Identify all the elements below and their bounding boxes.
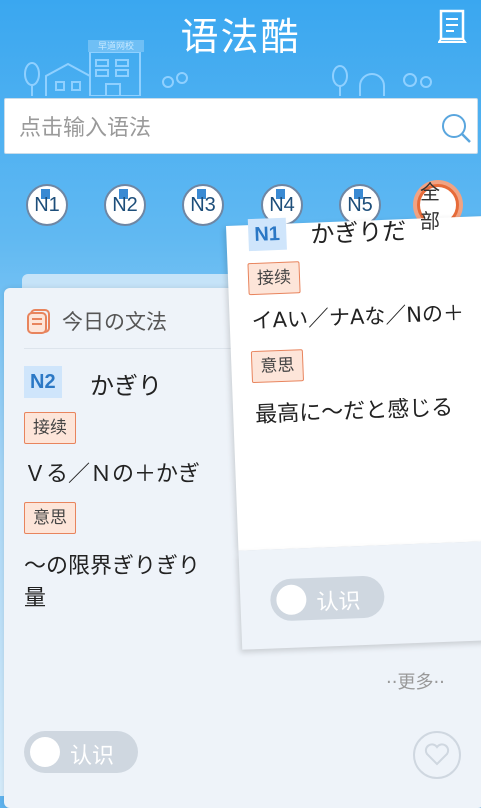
level-button-n2[interactable]: N2 bbox=[100, 180, 150, 230]
toggle-knob bbox=[30, 737, 60, 767]
level-label: N3 bbox=[190, 193, 216, 216]
level-label: N4 bbox=[269, 193, 295, 216]
calendar-icon bbox=[27, 309, 50, 334]
meaning-badge: 意思 bbox=[24, 502, 76, 534]
toggle-label: 认识 bbox=[316, 589, 362, 616]
connection-text: Ｖる／Ｎの＋かぎ bbox=[24, 462, 201, 487]
grammar-word: かぎりだ bbox=[309, 217, 407, 249]
meaning-text-cont: 量 bbox=[24, 586, 47, 611]
level-label: N2 bbox=[112, 193, 138, 216]
flashcard-body: N1 かぎりだ 接续 イAい／ナAな／Nの＋ 意思 最高に～だと感じる bbox=[226, 215, 481, 551]
level-button-n3[interactable]: N3 bbox=[178, 180, 228, 230]
favorite-heart-icon[interactable] bbox=[412, 730, 462, 780]
level-button-n1[interactable]: N1 bbox=[22, 180, 72, 230]
grammar-word: かぎり bbox=[90, 372, 162, 400]
known-toggle[interactable]: 认识 bbox=[269, 575, 386, 622]
meaning-text: ～の限界ぎりぎり bbox=[24, 554, 201, 579]
search-input[interactable] bbox=[17, 111, 421, 145]
meaning-text: 最高に～だと感じる bbox=[254, 395, 454, 429]
connection-badge: 接续 bbox=[24, 412, 76, 444]
level-label: 全部 bbox=[420, 182, 440, 233]
connection-text: イAい／ナAな／Nの＋ bbox=[251, 300, 465, 334]
town-sign: 早道网校 bbox=[98, 40, 134, 52]
town-illustration: 早道网校 bbox=[24, 40, 432, 96]
known-toggle[interactable]: 认识 bbox=[24, 731, 138, 773]
grammar-flashcard[interactable]: N1 かぎりだ 接续 イAい／ナAな／Nの＋ 意思 最高に～だと感じる 认识 bbox=[226, 215, 481, 650]
level-label: N5 bbox=[347, 193, 373, 216]
search-icon[interactable] bbox=[439, 111, 473, 145]
toggle-label: 认识 bbox=[70, 744, 115, 769]
level-tag: N1 bbox=[247, 217, 287, 252]
level-tag: N2 bbox=[24, 366, 62, 398]
connection-badge: 接续 bbox=[247, 261, 301, 296]
search-bar bbox=[4, 98, 478, 154]
flashcard-footer: 认识 bbox=[238, 540, 481, 650]
toggle-knob bbox=[275, 584, 307, 616]
more-link[interactable]: ··更多·· bbox=[386, 668, 445, 694]
section-title: 今日の文法 bbox=[62, 310, 167, 334]
divider bbox=[24, 348, 234, 349]
level-button-all[interactable]: 全部 bbox=[413, 180, 463, 233]
meaning-badge: 意思 bbox=[250, 349, 305, 384]
level-label: N1 bbox=[34, 193, 60, 216]
